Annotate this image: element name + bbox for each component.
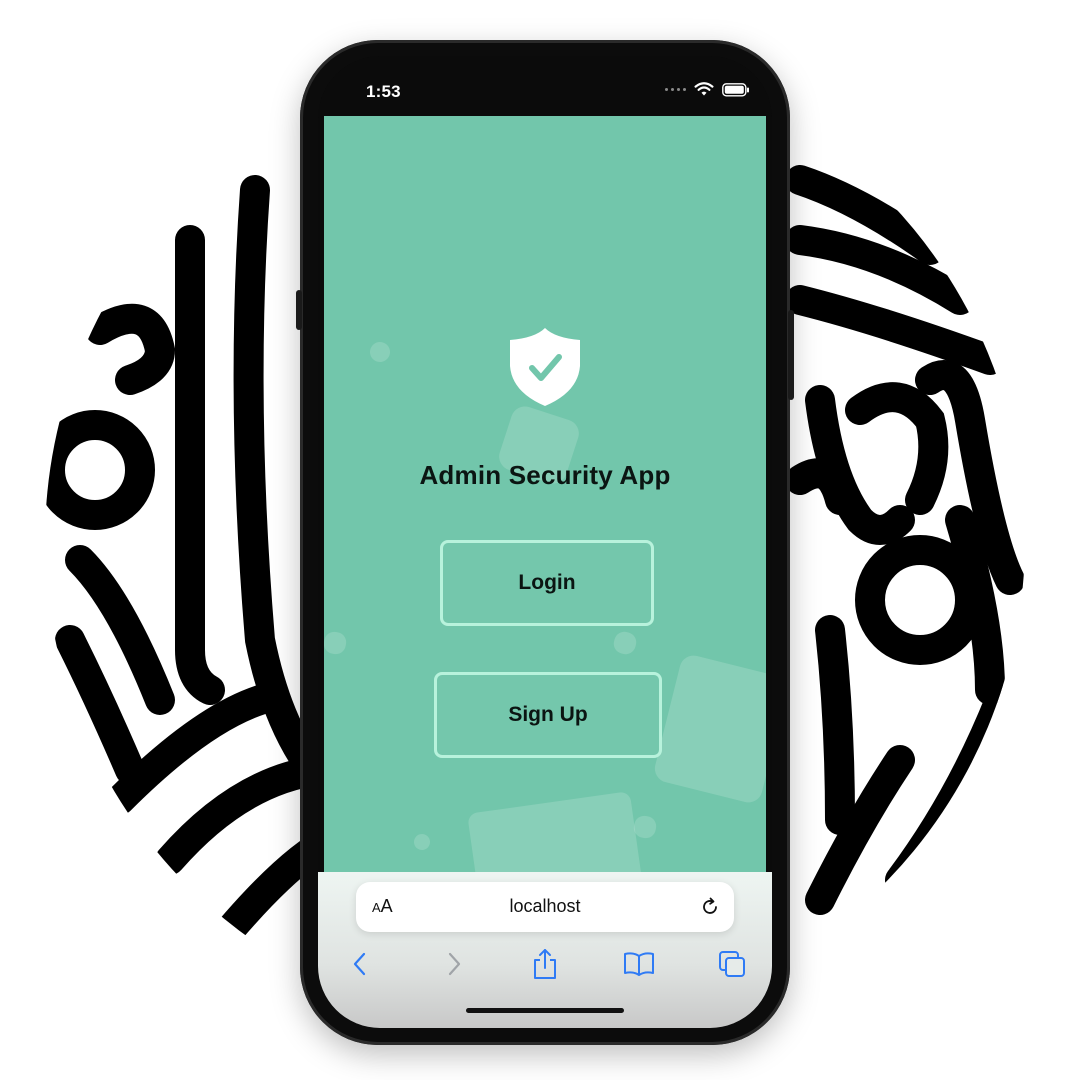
decorative-square bbox=[324, 630, 348, 656]
signup-button[interactable]: Sign Up bbox=[434, 672, 662, 758]
chevron-right-icon bbox=[448, 952, 461, 976]
status-time: 1:53 bbox=[366, 82, 401, 101]
status-icons bbox=[665, 82, 750, 97]
phone-frame: 1:53 Admin Security App Login Sign Up AA… bbox=[296, 40, 794, 1045]
shield-check-icon bbox=[510, 328, 580, 406]
decorative-square bbox=[467, 791, 645, 872]
tabs-icon bbox=[719, 951, 745, 977]
web-page: Admin Security App Login Sign Up bbox=[324, 116, 766, 872]
tabs-button[interactable] bbox=[712, 944, 752, 984]
reload-icon[interactable] bbox=[698, 895, 722, 919]
browser-bottom-bar: AA localhost bbox=[318, 872, 772, 1028]
phone-screen: 1:53 Admin Security App Login Sign Up AA… bbox=[318, 56, 772, 1028]
chevron-left-icon bbox=[353, 952, 366, 976]
status-bar: 1:53 bbox=[318, 56, 772, 116]
share-icon bbox=[534, 949, 556, 979]
decorative-square bbox=[412, 832, 432, 852]
book-icon bbox=[624, 952, 654, 976]
back-button[interactable] bbox=[340, 944, 380, 984]
browser-toolbar bbox=[318, 944, 772, 988]
app-title: Admin Security App bbox=[419, 460, 671, 490]
decorative-square bbox=[651, 652, 766, 806]
decorative-square bbox=[611, 629, 639, 657]
battery-icon bbox=[722, 82, 749, 97]
address-bar[interactable]: AA localhost bbox=[356, 882, 734, 932]
decorative-square bbox=[632, 814, 658, 840]
decorative-square bbox=[368, 340, 392, 364]
forward-button[interactable] bbox=[434, 944, 474, 984]
bookmarks-button[interactable] bbox=[619, 944, 659, 984]
wifi-icon bbox=[694, 82, 714, 96]
screenshot-stage: 1:53 Admin Security App Login Sign Up AA… bbox=[0, 0, 1080, 1080]
volume-button bbox=[296, 290, 302, 330]
cellular-dots-icon bbox=[665, 88, 686, 91]
home-indicator[interactable] bbox=[466, 1008, 624, 1013]
share-button[interactable] bbox=[525, 944, 565, 984]
url-text[interactable]: localhost bbox=[356, 896, 734, 917]
login-button[interactable]: Login bbox=[440, 540, 654, 626]
power-button bbox=[788, 310, 794, 400]
